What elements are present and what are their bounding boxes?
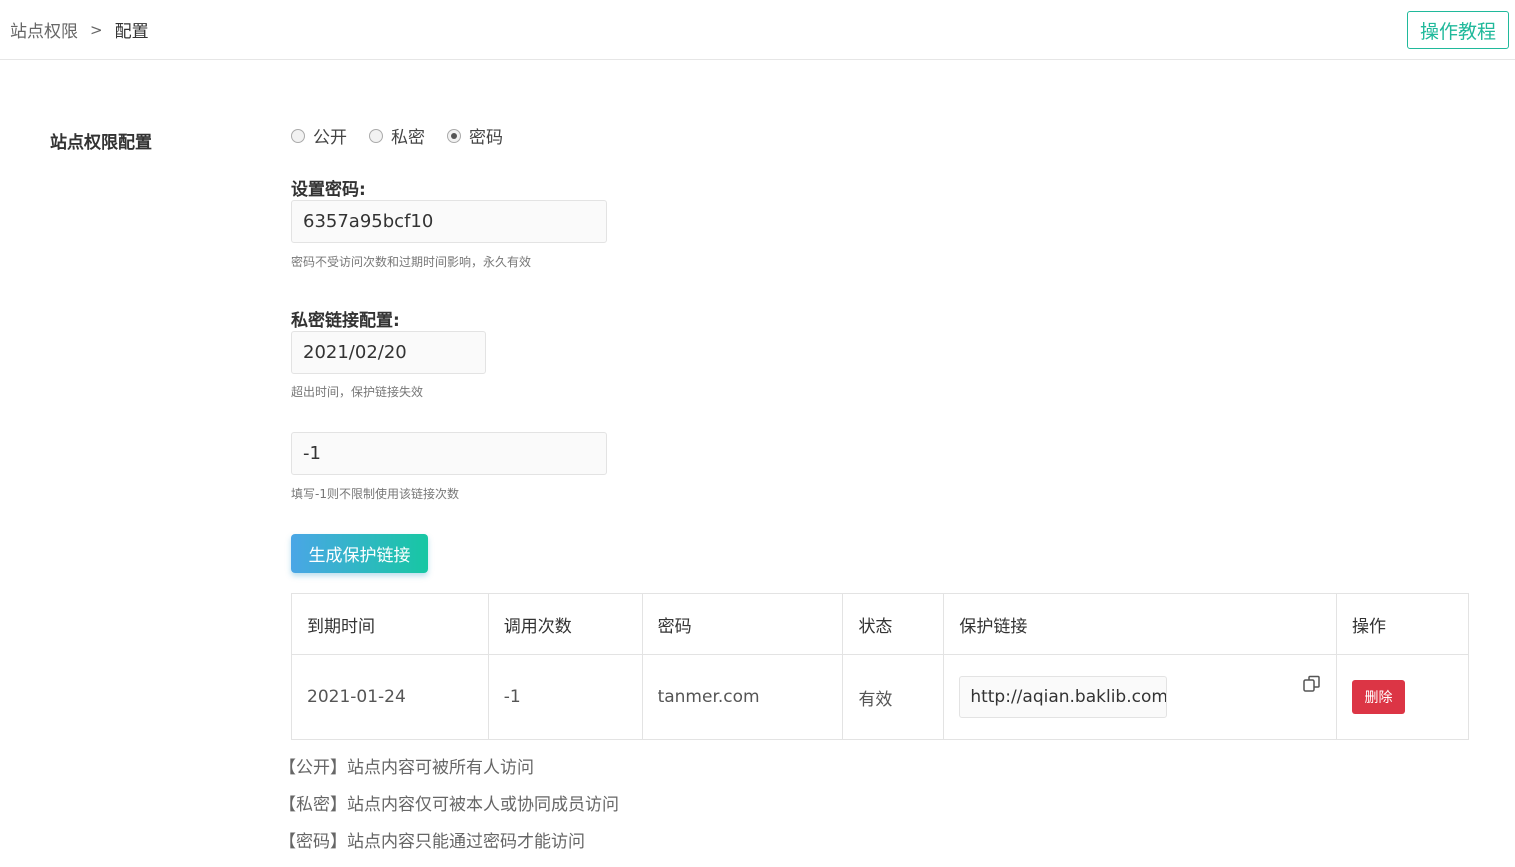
radio-private-circle[interactable] [369,128,383,143]
radio-public[interactable]: 公开 [291,123,347,148]
cell-action: 删除 [1336,654,1469,740]
password-hint: 密码不受访问次数和过期时间影响，永久有效 [291,255,532,269]
breadcrumb-separator: > [90,20,103,39]
expire-date-hint: 超出时间，保护链接失效 [291,385,424,399]
cell-password: tanmer.com [641,654,844,740]
header-count: 调用次数 [487,593,643,655]
private-link-title: 私密链接配置: [291,311,400,331]
tutorial-button[interactable]: 操作教程 [1407,11,1509,49]
radio-private-label: 私密 [391,128,425,148]
radio-password-label: 密码 [469,128,503,148]
breadcrumb: 站点权限 > 配置 [10,17,149,43]
protected-links-table: 到期时间 调用次数 密码 状态 保护链接 操作 2021-01-24 -1 ta… [291,593,1469,740]
table-row: 2021-01-24 -1 tanmer.com 有效 http://aqian… [291,654,1469,740]
header-password: 密码 [641,593,844,655]
use-count-input[interactable]: -1 [291,432,607,475]
note-private: 【私密】站点内容仅可被本人或协同成员访问 [279,795,619,815]
top-bar: 站点权限 > 配置 操作教程 [0,0,1515,60]
password-input[interactable]: 6357a95bcf10 [291,200,607,243]
generate-link-button[interactable]: 生成保护链接 [291,534,428,573]
breadcrumb-root[interactable]: 站点权限 [10,17,78,42]
use-count-hint: 填写-1则不限制使用该链接次数 [291,487,459,501]
radio-private[interactable]: 私密 [369,123,425,148]
table-header-row: 到期时间 调用次数 密码 状态 保护链接 操作 [291,593,1469,655]
header-link: 保护链接 [943,593,1338,655]
copy-icon[interactable] [1302,674,1322,694]
expire-date-input[interactable]: 2021/02/20 [291,331,486,374]
access-radio-group: 公开 私密 密码 [291,123,525,148]
note-public: 【公开】站点内容可被所有人访问 [279,758,534,778]
access-notes: 【公开】站点内容可被所有人访问 【私密】站点内容仅可被本人或协同成员访问 【密码… [279,756,619,867]
cell-status: 有效 [842,654,945,740]
cell-link: http://aqian.baklib.com [943,654,1338,740]
password-title: 设置密码: [291,180,366,200]
radio-public-circle[interactable] [291,128,305,143]
section-label: 站点权限配置 [50,133,152,153]
delete-button[interactable]: 删除 [1352,680,1406,714]
cell-count: -1 [487,654,643,740]
header-expire: 到期时间 [291,593,489,655]
radio-password[interactable]: 密码 [447,123,503,148]
breadcrumb-current: 配置 [114,22,149,42]
link-input[interactable]: http://aqian.baklib.com [959,676,1168,718]
header-status: 状态 [842,593,945,655]
radio-password-circle[interactable] [447,128,461,143]
radio-public-label: 公开 [313,128,347,148]
header-action: 操作 [1336,593,1469,655]
cell-expire: 2021-01-24 [291,654,489,740]
